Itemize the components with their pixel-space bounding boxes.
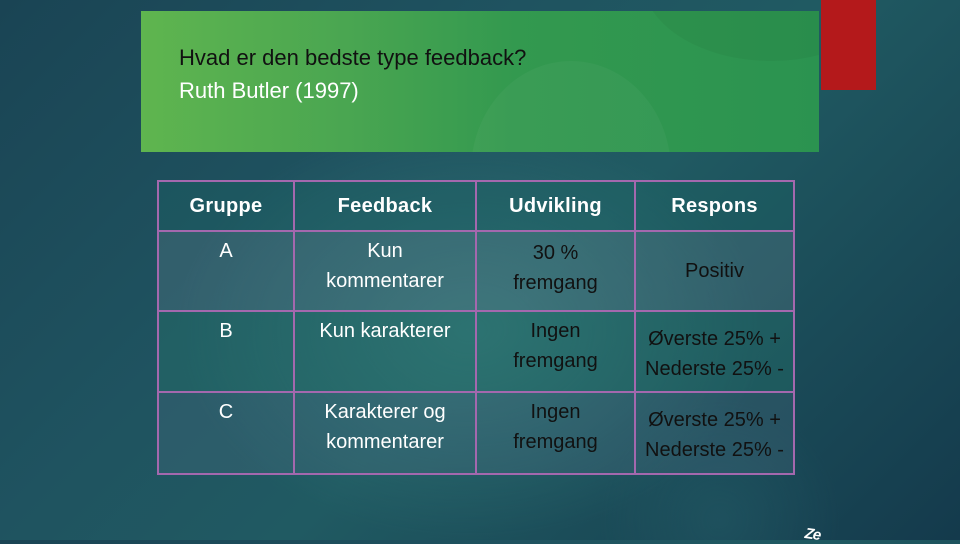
cell-feedback: Kun kommentarer	[293, 230, 477, 312]
red-accent-block	[821, 0, 876, 90]
decorative-shape	[641, 11, 819, 61]
header-respons: Respons	[634, 180, 795, 232]
header-feedback: Feedback	[293, 180, 477, 232]
cell-respons: Positiv	[634, 230, 795, 312]
cell-respons: Øverste 25% + Nederste 25% -	[634, 391, 795, 475]
cell-udvikling: Ingen fremgang	[475, 310, 636, 393]
clipped-footer-text: Ze	[803, 525, 822, 544]
cell-gruppe: B	[157, 310, 295, 393]
cell-feedback: Kun karakterer	[293, 310, 477, 393]
cell-udvikling: Ingen fremgang	[475, 391, 636, 475]
respons-top: Øverste 25% +	[648, 328, 781, 350]
slide-title: Hvad er den bedste type feedback? Ruth B…	[179, 41, 526, 107]
title-question: Hvad er den bedste type feedback?	[179, 45, 527, 70]
header-udvikling: Udvikling	[475, 180, 636, 232]
cell-feedback-text: Karakterer og kommentarer	[324, 401, 446, 453]
cell-udvikling-text: Ingen fremgang	[513, 320, 598, 372]
respons-top: Øverste 25% +	[648, 409, 781, 431]
cell-udvikling: 30 % fremgang	[475, 230, 636, 312]
title-box: Hvad er den bedste type feedback? Ruth B…	[141, 11, 819, 152]
cell-udvikling-text: 30 % fremgang	[513, 242, 598, 294]
table-row: B Kun karakterer Ingen fremgang Øverste …	[157, 310, 795, 393]
cell-udvikling-text: Ingen fremgang	[513, 401, 598, 453]
title-citation: Ruth Butler (1997)	[179, 78, 359, 103]
respons-bottom: Nederste 25% -	[645, 358, 784, 380]
table-header-row: Gruppe Feedback Udvikling Respons	[157, 180, 795, 232]
cell-respons: Øverste 25% + Nederste 25% -	[634, 310, 795, 393]
feedback-table: Gruppe Feedback Udvikling Respons A Kun …	[157, 180, 795, 475]
cell-feedback: Karakterer og kommentarer	[293, 391, 477, 475]
cell-gruppe: A	[157, 230, 295, 312]
respons-bottom: Nederste 25% -	[645, 439, 784, 461]
cell-feedback-text: Kun kommentarer	[326, 240, 444, 292]
cell-gruppe: C	[157, 391, 295, 475]
header-gruppe: Gruppe	[157, 180, 295, 232]
table-row: A Kun kommentarer 30 % fremgang Positiv	[157, 230, 795, 312]
table-row: C Karakterer og kommentarer Ingen fremga…	[157, 391, 795, 475]
